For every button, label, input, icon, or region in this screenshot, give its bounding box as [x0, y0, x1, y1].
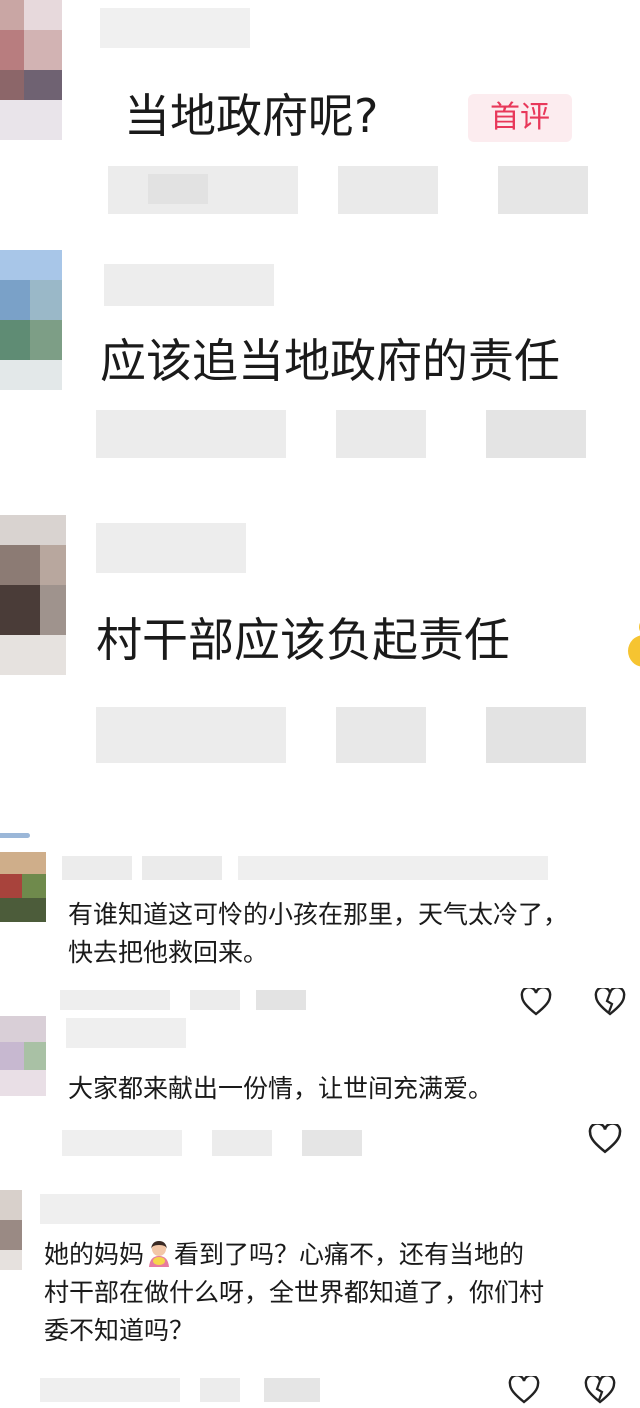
comment-3: 村干部应该负起责任 [0, 495, 640, 795]
comment-line: 村干部在做什么呀，全世界都知道了，你们村 [44, 1278, 545, 1307]
like-button[interactable] [588, 1122, 622, 1154]
comment-text: 应该追当地政府的责任 [100, 334, 560, 388]
comment-meta-blurred [40, 1378, 320, 1402]
comment-meta-blurred [96, 410, 616, 458]
comment-text: 有谁知道这可怜的小孩在那里，天气太冷了， 快去把他救回来。 [68, 896, 640, 972]
username-blurred[interactable] [40, 1194, 160, 1224]
comment-fragment: 看到了吗？心痛不，还有当地的 [174, 1240, 525, 1269]
comment-meta-blurred [108, 166, 588, 214]
comment-line: 她的妈妈 看到了吗？心痛不，还有当地的 [44, 1236, 640, 1274]
avatar[interactable] [0, 1016, 46, 1096]
mother-emoji-icon [144, 1239, 174, 1269]
comment-line: 大家都来献出一份情，让世间充满爱。 [68, 1074, 494, 1103]
comment-2: 应该追当地政府的责任 [0, 250, 640, 490]
comment-text: 她的妈妈 看到了吗？心痛不，还有当地的 村干部在做什么呀，全世界都知道了，你们村… [44, 1236, 640, 1350]
emoji-icon [622, 605, 640, 669]
comment-meta-blurred [60, 990, 310, 1010]
comment-1: 当地政府呢? 首评 [0, 0, 640, 250]
comment-text: 村干部应该负起责任 [96, 613, 510, 667]
comment-text: 大家都来献出一份情，让世间充满爱。 [68, 1070, 640, 1108]
avatar[interactable] [0, 0, 62, 140]
comment-line: 有谁知道这可怜的小孩在那里，天气太冷了， [68, 900, 569, 929]
username-blurred[interactable] [66, 1018, 186, 1048]
screenshot-divider [0, 800, 640, 834]
avatar[interactable] [0, 250, 62, 390]
comment-5: 大家都来献出一份情，让世间充满爱。 [0, 1010, 640, 1170]
username-blurred[interactable] [62, 856, 552, 880]
username-blurred[interactable] [96, 523, 246, 573]
divider-edge [0, 833, 30, 838]
avatar[interactable] [0, 515, 66, 675]
like-button[interactable] [508, 1374, 540, 1404]
comment-line: 快去把他救回来。 [68, 938, 269, 967]
username-blurred[interactable] [104, 264, 274, 306]
comment-text: 当地政府呢? [124, 89, 379, 143]
comment-6: 她的妈妈 看到了吗？心痛不，还有当地的 村干部在做什么呀，全世界都知道了，你们村… [0, 1180, 640, 1407]
broken-heart-button[interactable] [584, 1374, 616, 1404]
username-blurred[interactable] [100, 8, 250, 48]
avatar[interactable] [0, 1190, 22, 1270]
comment-fragment: 她的妈妈 [44, 1240, 145, 1269]
first-comment-badge: 首评 [468, 94, 572, 142]
comment-4: 有谁知道这可怜的小孩在那里，天气太冷了， 快去把他救回来。 [0, 842, 640, 1016]
avatar[interactable] [0, 852, 46, 922]
comment-meta-blurred [96, 707, 616, 763]
comment-line: 委不知道吗？ [44, 1316, 195, 1345]
comment-meta-blurred [62, 1130, 362, 1156]
